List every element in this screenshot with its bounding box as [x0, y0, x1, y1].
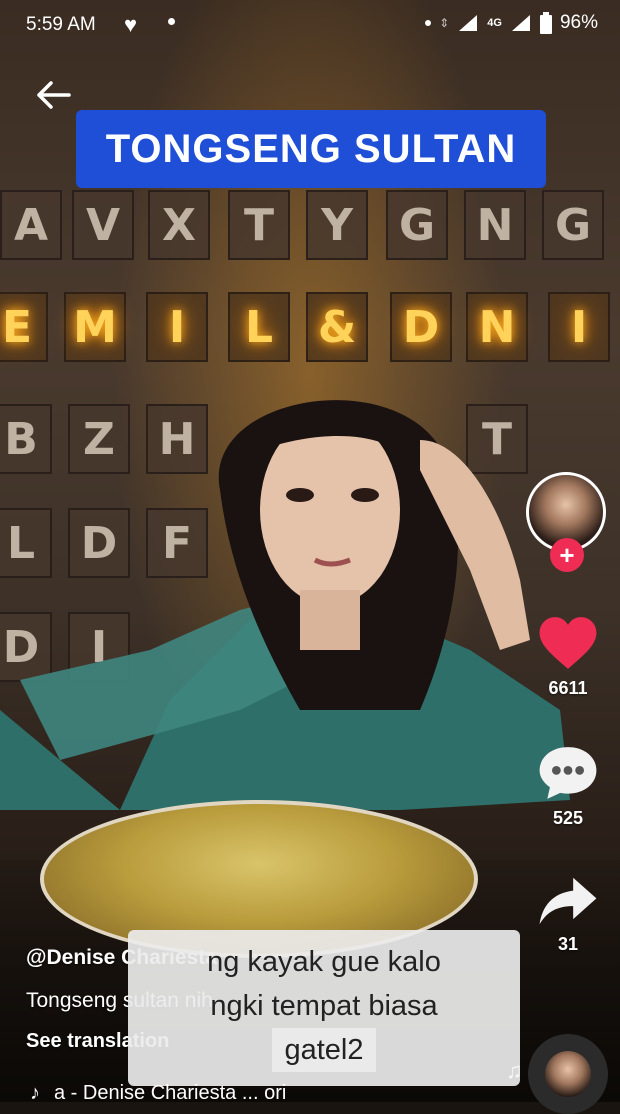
- back-button[interactable]: [32, 74, 74, 116]
- wall-tile: V: [72, 190, 134, 260]
- comment-button[interactable]: 525: [526, 744, 610, 829]
- battery-icon: [539, 12, 552, 34]
- wall-tile: G: [386, 190, 448, 260]
- dot-icon: [425, 20, 432, 26]
- notification-dot-icon: [168, 18, 175, 25]
- back-arrow-icon: [37, 81, 71, 109]
- plus-icon: +: [559, 540, 575, 570]
- video-title-banner: TONGSENG SULTAN: [76, 110, 546, 188]
- wall-tile: X: [148, 190, 210, 260]
- wall-tile: A: [0, 190, 62, 260]
- wall-tile: Y: [306, 190, 368, 260]
- status-icons: ⇕ 4G 96%: [425, 12, 598, 34]
- music-disc-avatar: [545, 1051, 591, 1097]
- like-button[interactable]: 6611: [526, 614, 610, 699]
- status-bar: 5:59 AM ♥ ⇕ 4G 96%: [0, 0, 620, 50]
- share-count: 31: [557, 934, 579, 954]
- status-time: 5:59 AM: [26, 14, 96, 35]
- battery-percent: 96%: [559, 12, 598, 33]
- caption-line-1: ng kayak gue kalo: [207, 946, 441, 978]
- data-arrows-icon: ⇕: [439, 16, 450, 30]
- signal-icon-2: [511, 15, 530, 31]
- wall-tile-lit: I: [548, 292, 610, 362]
- wall-tile-lit: I: [146, 292, 208, 362]
- heart-icon: [539, 617, 597, 669]
- follow-button[interactable]: +: [550, 538, 584, 572]
- video-caption-sticker: ng kayak gue kalo ngki tempat biasa gate…: [128, 930, 520, 1086]
- wall-tile-lit: N: [466, 292, 528, 362]
- wall-tile-lit: E: [0, 292, 48, 362]
- comment-bubble-icon: [539, 747, 597, 799]
- wall-tile: N: [464, 190, 526, 260]
- wall-tile-lit: &: [306, 292, 368, 362]
- caption-line-3: gatel2: [272, 1028, 376, 1072]
- share-arrow-icon: [539, 877, 597, 925]
- notification-heart-icon: ♥: [124, 12, 138, 37]
- share-button[interactable]: 31: [526, 874, 610, 955]
- wall-tile-lit: D: [390, 292, 452, 362]
- signal-icon: [459, 15, 478, 31]
- like-count: 6611: [548, 678, 588, 698]
- comment-count: 525: [552, 808, 584, 828]
- wall-tile-lit: L: [228, 292, 290, 362]
- wall-tile: G: [542, 190, 604, 260]
- wall-tile-lit: M: [64, 292, 126, 362]
- music-disc[interactable]: [528, 1034, 608, 1114]
- floating-note-icon: ♫: [506, 1058, 523, 1083]
- network-type: 4G: [487, 17, 502, 29]
- wall-tile: T: [228, 190, 290, 260]
- caption-line-2: ngki tempat biasa: [210, 990, 438, 1022]
